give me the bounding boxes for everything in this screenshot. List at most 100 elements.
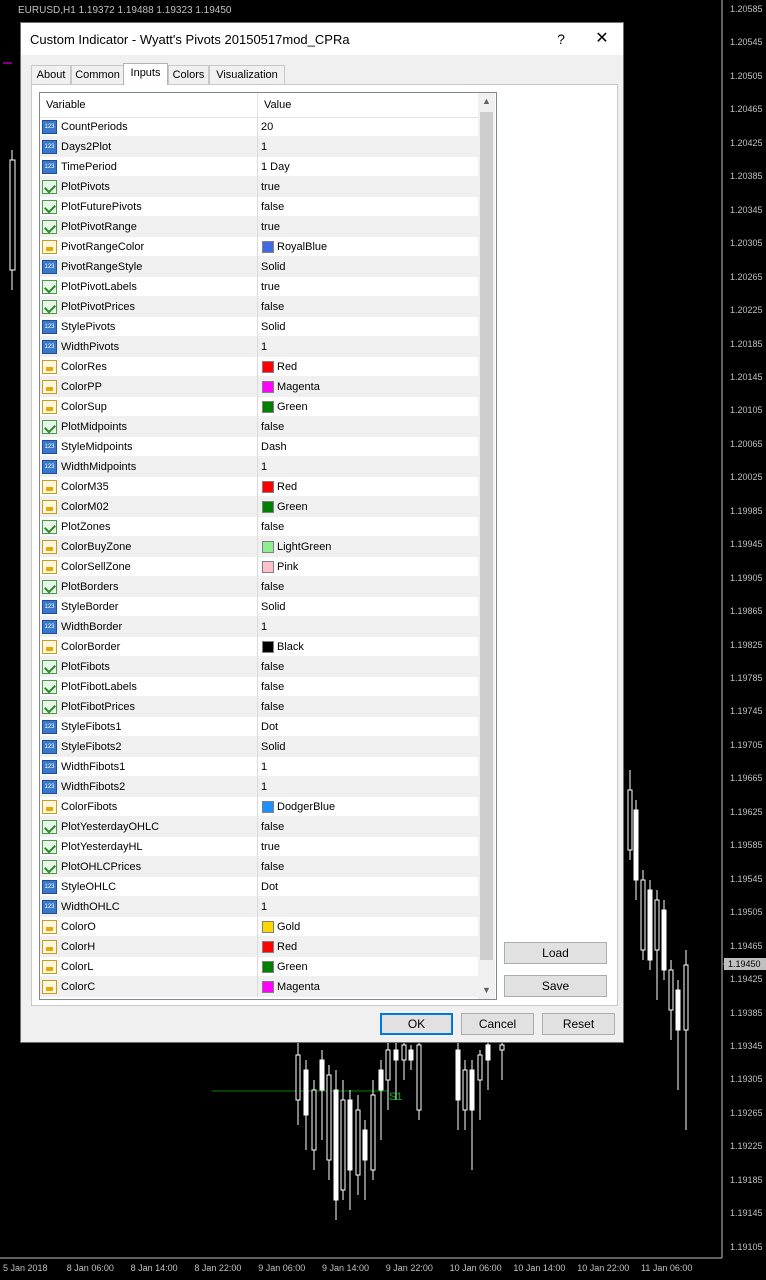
- param-value[interactable]: false: [261, 197, 284, 217]
- param-row-pivotrangecolor[interactable]: PivotRangeColor RoyalBlue: [40, 237, 478, 257]
- param-row-plotfibotlabels[interactable]: PlotFibotLabels false: [40, 677, 478, 697]
- param-row-countperiods[interactable]: CountPeriods 20: [40, 117, 478, 137]
- param-value[interactable]: false: [261, 577, 284, 597]
- param-row-colorfibots[interactable]: ColorFibots DodgerBlue: [40, 797, 478, 817]
- param-row-colorbuyzone[interactable]: ColorBuyZone LightGreen: [40, 537, 478, 557]
- param-row-colorl[interactable]: ColorL Green: [40, 957, 478, 977]
- param-row-widthfibots2[interactable]: WidthFibots2 1: [40, 777, 478, 797]
- param-row-colorborder[interactable]: ColorBorder Black: [40, 637, 478, 657]
- param-value[interactable]: Green: [277, 957, 308, 977]
- param-value[interactable]: 1: [261, 137, 267, 157]
- param-row-plotyesterdayohlc[interactable]: PlotYesterdayOHLC false: [40, 817, 478, 837]
- tab-inputs[interactable]: Inputs: [123, 63, 168, 85]
- param-row-widthpivots[interactable]: WidthPivots 1: [40, 337, 478, 357]
- param-row-styleborder[interactable]: StyleBorder Solid: [40, 597, 478, 617]
- param-row-plotfibotprices[interactable]: PlotFibotPrices false: [40, 697, 478, 717]
- param-row-days2plot[interactable]: Days2Plot 1: [40, 137, 478, 157]
- param-row-stylepivots[interactable]: StylePivots Solid: [40, 317, 478, 337]
- param-value[interactable]: 1: [261, 617, 267, 637]
- param-value[interactable]: 1: [261, 757, 267, 777]
- param-row-plotzones[interactable]: PlotZones false: [40, 517, 478, 537]
- tab-visualization[interactable]: Visualization: [209, 65, 285, 84]
- param-value[interactable]: false: [261, 817, 284, 837]
- param-row-stylefibots2[interactable]: StyleFibots2 Solid: [40, 737, 478, 757]
- tab-common[interactable]: Common: [71, 65, 124, 84]
- close-button[interactable]: ✕: [591, 29, 613, 49]
- param-value[interactable]: Solid: [261, 317, 285, 337]
- param-row-plotmidpoints[interactable]: PlotMidpoints false: [40, 417, 478, 437]
- tab-about[interactable]: About: [31, 65, 71, 84]
- param-value[interactable]: RoyalBlue: [277, 237, 327, 257]
- param-row-plotpivotprices[interactable]: PlotPivotPrices false: [40, 297, 478, 317]
- param-value[interactable]: 1: [261, 337, 267, 357]
- param-row-colorsellzone[interactable]: ColorSellZone Pink: [40, 557, 478, 577]
- param-row-widthohlc[interactable]: WidthOHLC 1: [40, 897, 478, 917]
- param-row-colorres[interactable]: ColorRes Red: [40, 357, 478, 377]
- param-value[interactable]: Dot: [261, 717, 278, 737]
- param-value[interactable]: Green: [277, 397, 308, 417]
- param-value[interactable]: Magenta: [277, 377, 320, 397]
- param-value[interactable]: Pink: [277, 557, 298, 577]
- param-value[interactable]: true: [261, 277, 280, 297]
- param-row-plotohlcprices[interactable]: PlotOHLCPrices false: [40, 857, 478, 877]
- param-row-widthfibots1[interactable]: WidthFibots1 1: [40, 757, 478, 777]
- param-value[interactable]: LightGreen: [277, 537, 331, 557]
- param-row-widthmidpoints[interactable]: WidthMidpoints 1: [40, 457, 478, 477]
- param-value[interactable]: false: [261, 657, 284, 677]
- param-value[interactable]: Green: [277, 497, 308, 517]
- param-row-plotfibots[interactable]: PlotFibots false: [40, 657, 478, 677]
- param-value[interactable]: false: [261, 417, 284, 437]
- param-row-colorh[interactable]: ColorH Red: [40, 937, 478, 957]
- dialog-titlebar[interactable]: Custom Indicator - Wyatt's Pivots 201505…: [21, 23, 623, 55]
- cancel-button[interactable]: Cancel: [461, 1013, 534, 1035]
- param-value[interactable]: false: [261, 517, 284, 537]
- param-value[interactable]: false: [261, 857, 284, 877]
- param-row-plotpivotlabels[interactable]: PlotPivotLabels true: [40, 277, 478, 297]
- param-value[interactable]: 1: [261, 777, 267, 797]
- param-row-stylemidpoints[interactable]: StyleMidpoints Dash: [40, 437, 478, 457]
- reset-button[interactable]: Reset: [542, 1013, 615, 1035]
- param-row-plotpivots[interactable]: PlotPivots true: [40, 177, 478, 197]
- param-row-plotborders[interactable]: PlotBorders false: [40, 577, 478, 597]
- param-value[interactable]: Dash: [261, 437, 287, 457]
- param-row-plotyesterdayhl[interactable]: PlotYesterdayHL true: [40, 837, 478, 857]
- param-value[interactable]: DodgerBlue: [277, 797, 335, 817]
- param-row-stylefibots1[interactable]: StyleFibots1 Dot: [40, 717, 478, 737]
- param-row-colorm35[interactable]: ColorM35 Red: [40, 477, 478, 497]
- grid-scrollbar[interactable]: ▲ ▼: [478, 93, 495, 999]
- param-row-timeperiod[interactable]: TimePeriod 1 Day: [40, 157, 478, 177]
- scroll-up-icon[interactable]: ▲: [478, 93, 495, 110]
- param-row-colorm02[interactable]: ColorM02 Green: [40, 497, 478, 517]
- param-value[interactable]: Gold: [277, 917, 300, 937]
- param-value[interactable]: true: [261, 177, 280, 197]
- param-value[interactable]: Red: [277, 477, 297, 497]
- column-header-variable[interactable]: Variable: [46, 93, 86, 117]
- tab-colors[interactable]: Colors: [168, 65, 209, 84]
- param-value[interactable]: Black: [277, 637, 304, 657]
- param-row-coloro[interactable]: ColorO Gold: [40, 917, 478, 937]
- param-value[interactable]: 1: [261, 457, 267, 477]
- param-row-plotpivotrange[interactable]: PlotPivotRange true: [40, 217, 478, 237]
- param-value[interactable]: 1 Day: [261, 157, 290, 177]
- scrollbar-thumb[interactable]: [480, 112, 493, 960]
- param-row-colorsup[interactable]: ColorSup Green: [40, 397, 478, 417]
- param-value[interactable]: Red: [277, 357, 297, 377]
- param-value[interactable]: Magenta: [277, 977, 320, 997]
- load-button[interactable]: Load: [504, 942, 607, 964]
- param-value[interactable]: false: [261, 677, 284, 697]
- save-button[interactable]: Save: [504, 975, 607, 997]
- param-row-colorc[interactable]: ColorC Magenta: [40, 977, 478, 997]
- param-value[interactable]: true: [261, 217, 280, 237]
- param-row-plotfuturepivots[interactable]: PlotFuturePivots false: [40, 197, 478, 217]
- param-value[interactable]: Red: [277, 937, 297, 957]
- help-button[interactable]: ?: [551, 29, 571, 49]
- param-row-pivotrangestyle[interactable]: PivotRangeStyle Solid: [40, 257, 478, 277]
- param-value[interactable]: Solid: [261, 257, 285, 277]
- param-value[interactable]: 1: [261, 897, 267, 917]
- param-row-widthborder[interactable]: WidthBorder 1: [40, 617, 478, 637]
- param-value[interactable]: false: [261, 697, 284, 717]
- param-value[interactable]: Dot: [261, 877, 278, 897]
- param-row-styleohlc[interactable]: StyleOHLC Dot: [40, 877, 478, 897]
- param-value[interactable]: Solid: [261, 737, 285, 757]
- column-header-value[interactable]: Value: [264, 93, 291, 117]
